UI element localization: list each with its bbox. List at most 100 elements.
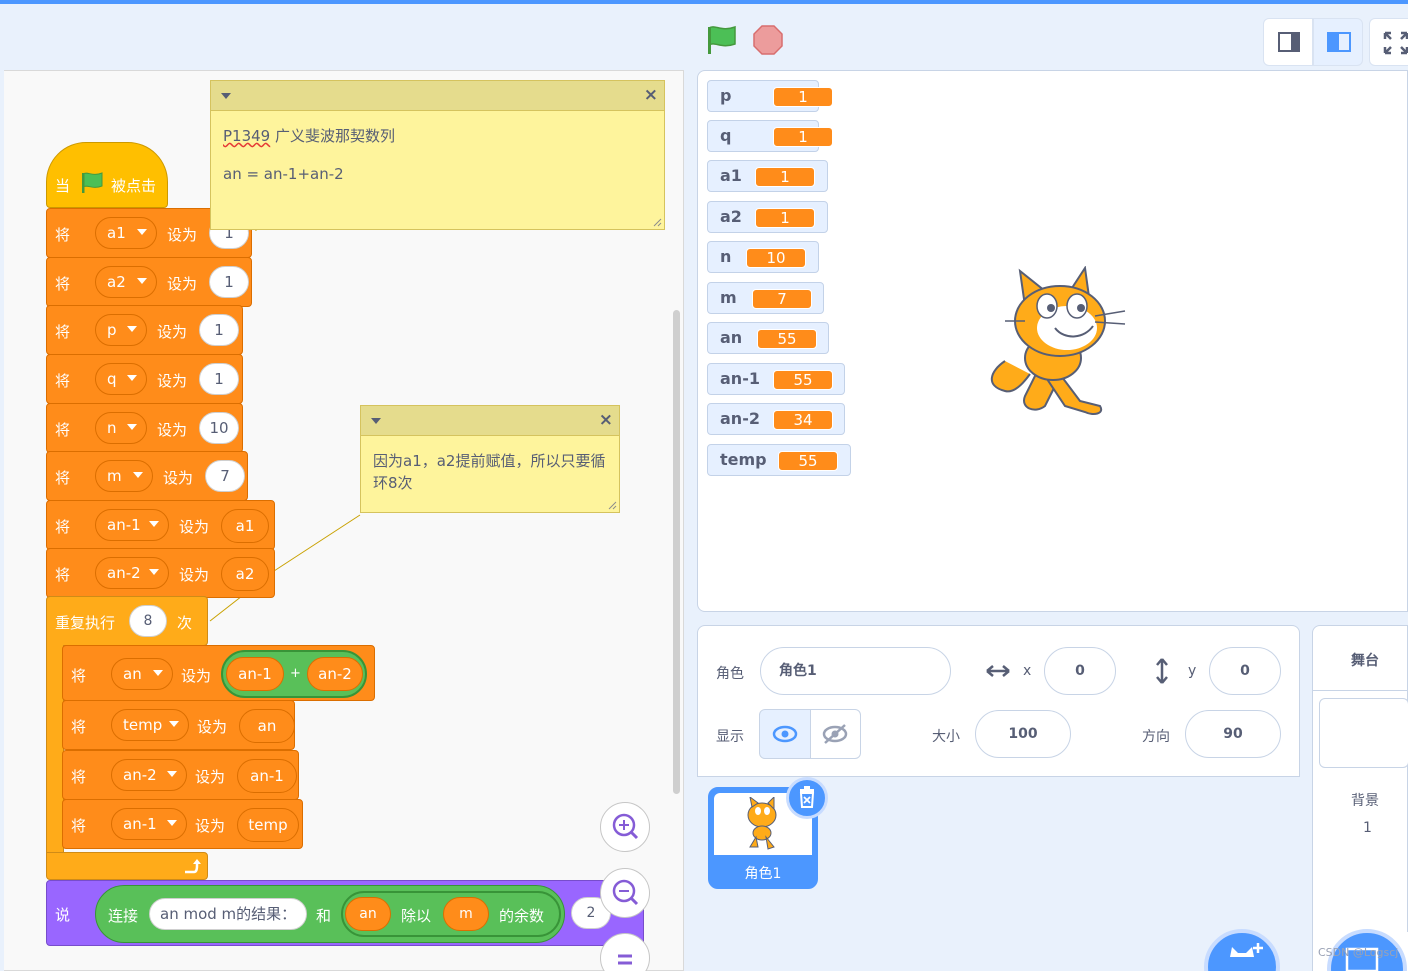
monitor-name: a1 — [720, 166, 742, 185]
variable-dropdown[interactable]: an-2 — [95, 557, 169, 589]
variable-monitor[interactable]: p1 — [707, 80, 833, 112]
value-reporter[interactable]: temp — [237, 808, 299, 842]
y-input[interactable]: 0 — [1209, 647, 1281, 695]
set-variable-block[interactable]: 将 an-1 设为 temp — [62, 799, 303, 849]
normal-stage-button[interactable] — [1313, 18, 1363, 66]
variable-dropdown[interactable]: n — [95, 412, 147, 444]
value-reporter[interactable]: a2 — [221, 557, 269, 591]
variable-dropdown[interactable]: a1 — [95, 217, 157, 249]
close-icon[interactable]: × — [644, 85, 658, 105]
variable-monitor[interactable]: m7 — [707, 282, 824, 314]
zoom-in-button[interactable] — [600, 802, 650, 852]
variable-monitor[interactable]: q1 — [707, 120, 833, 152]
set-variable-block[interactable]: 将 q 设为 1 — [46, 354, 243, 404]
fullscreen-button[interactable] — [1369, 18, 1408, 66]
zoom-in-icon — [612, 813, 639, 840]
size-input[interactable]: 100 — [975, 710, 1071, 758]
set-variable-block[interactable]: 将 an-1 设为 a1 — [46, 500, 275, 550]
value-reporter[interactable]: an-1 — [237, 759, 297, 793]
repeat-block[interactable]: 重复执行 8 次 — [46, 596, 208, 646]
set-variable-block[interactable]: 将 m 设为 7 — [46, 451, 248, 501]
resize-handle-icon[interactable] — [607, 500, 617, 510]
variable-dropdown[interactable]: an-1 — [111, 808, 187, 840]
small-stage-button[interactable] — [1263, 18, 1313, 66]
when-flag-clicked-block[interactable]: 当 被点击 — [46, 142, 168, 208]
resize-handle-icon[interactable] — [652, 217, 662, 227]
mod-operator[interactable]: an 除以 m 的余数 — [341, 891, 561, 937]
variable-name: a1 — [107, 224, 126, 242]
say-for-secs-block[interactable]: 说 连接 an mod m的结果： 和 an 除以 m 的余数 2 — [46, 880, 644, 946]
comment-note-1[interactable]: × P1349 广义斐波那契数列 an = an-1+an-2 — [210, 80, 665, 230]
set-variable-block[interactable]: 将 temp 设为 an — [62, 700, 295, 750]
comment-title-text: 广义斐波那契数列 — [275, 127, 396, 145]
variable-dropdown[interactable]: temp — [111, 709, 189, 741]
value-input[interactable]: 1 — [199, 363, 239, 395]
variable-monitor[interactable]: an 55 — [707, 322, 829, 354]
variable-monitor[interactable]: an-1 55 — [707, 363, 845, 395]
repeat-label: 重复执行 — [55, 614, 116, 632]
show-visible-button[interactable] — [759, 709, 811, 759]
stage-selector[interactable]: 舞台 背景 1 — [1312, 625, 1408, 971]
set-variable-block[interactable]: 将 n 设为 10 — [46, 403, 243, 453]
stop-icon[interactable] — [752, 24, 784, 56]
mod-left-reporter[interactable]: an — [345, 897, 391, 931]
add-right-reporter[interactable]: an-2 — [307, 657, 363, 691]
variable-dropdown[interactable]: a2 — [95, 266, 157, 298]
comment-body[interactable]: P1349 广义斐波那契数列 an = an-1+an-2 — [211, 111, 664, 199]
mod-right-reporter[interactable]: m — [443, 897, 489, 931]
comment-header[interactable]: × — [211, 81, 664, 111]
join-text-input[interactable]: an mod m的结果： — [149, 898, 307, 930]
stage-canvas[interactable]: p 1 q 1 a1 1 a2 1 n 10 m 7 an 55 an-1 55 an-2 34 temp 55 — [697, 70, 1408, 612]
direction-label: 方向 — [1142, 729, 1170, 745]
show-hidden-button[interactable] — [810, 709, 861, 759]
direction-input[interactable]: 90 — [1185, 710, 1281, 758]
variable-name: an-1 — [123, 815, 157, 833]
variable-monitor[interactable]: a2 1 — [707, 201, 828, 233]
value-input[interactable]: 1 — [209, 266, 249, 298]
value-input[interactable]: 1 — [199, 314, 239, 346]
value-input[interactable]: 7 — [205, 460, 245, 492]
variable-dropdown[interactable]: m — [95, 460, 153, 492]
value-reporter[interactable]: an — [239, 709, 295, 743]
repeat-count-input[interactable]: 8 — [129, 605, 167, 637]
comment-note-2[interactable]: × 因为a1，a2提前赋值，所以只要循环8次 — [360, 405, 620, 513]
set-variable-block[interactable]: 将 p 设为 1 — [46, 305, 243, 355]
variable-dropdown[interactable]: an-2 — [111, 759, 187, 791]
set-variable-block[interactable]: 将 a2 设为 1 — [46, 257, 252, 307]
variable-name: n — [107, 419, 117, 437]
variable-dropdown[interactable]: an-1 — [95, 509, 169, 541]
set-variable-block[interactable]: 将 an-2 设为 an-1 — [62, 750, 299, 800]
sprite-name-input[interactable]: 角色1 — [760, 647, 951, 695]
variable-monitor[interactable]: temp 55 — [707, 444, 851, 476]
variable-monitor[interactable]: n 10 — [707, 241, 819, 273]
variable-dropdown[interactable]: an — [111, 658, 173, 690]
comment-header[interactable]: × — [361, 406, 619, 436]
add-left-reporter[interactable]: an-1 — [226, 657, 284, 691]
set-variable-block[interactable]: 将 an-2 设为 a2 — [46, 548, 275, 598]
add-operator[interactable]: an-1 + an-2 — [221, 650, 367, 698]
monitor-name: m — [720, 288, 737, 307]
green-flag-icon[interactable] — [705, 24, 737, 56]
zoom-out-button[interactable] — [600, 868, 650, 918]
set-variable-block[interactable]: 将 an 设为 an-1 + an-2 — [62, 645, 375, 701]
add-sprite-button[interactable] — [1204, 929, 1280, 971]
value-reporter[interactable]: a1 — [221, 509, 269, 543]
value-input[interactable]: 10 — [199, 412, 239, 444]
variable-monitor[interactable]: an-2 34 — [707, 403, 845, 435]
close-icon[interactable]: × — [599, 410, 613, 430]
collapse-icon[interactable] — [221, 93, 231, 99]
chevron-down-icon — [149, 569, 159, 575]
comment-body[interactable]: 因为a1，a2提前赋值，所以只要循环8次 — [361, 436, 619, 508]
zoom-reset-button[interactable] — [600, 933, 650, 971]
collapse-icon[interactable] — [371, 418, 381, 424]
x-input[interactable]: 0 — [1044, 647, 1116, 695]
variable-dropdown[interactable]: p — [95, 314, 147, 346]
small-stage-icon — [1278, 32, 1300, 52]
variable-dropdown[interactable]: q — [95, 363, 147, 395]
cat-sprite[interactable] — [985, 266, 1133, 422]
join-operator[interactable]: 连接 an mod m的结果： 和 an 除以 m 的余数 — [95, 885, 565, 943]
backdrop-thumbnail[interactable] — [1319, 698, 1408, 768]
variable-monitor[interactable]: a1 1 — [707, 160, 828, 192]
workspace-scrollbar[interactable] — [673, 310, 680, 794]
delete-sprite-button[interactable] — [786, 777, 828, 819]
